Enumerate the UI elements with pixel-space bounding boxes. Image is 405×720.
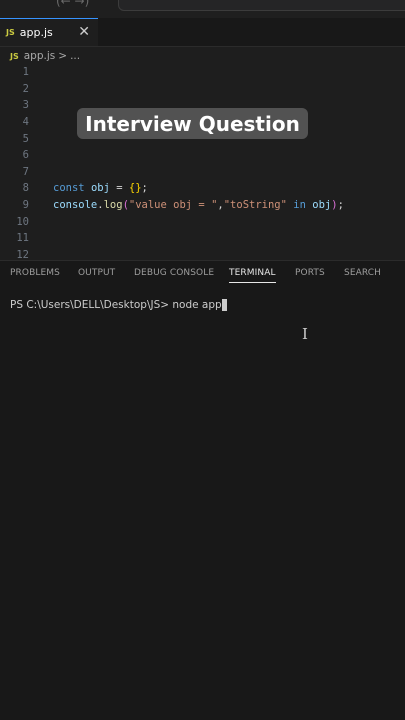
function-log: log [103, 199, 123, 212]
line-number: 1 [22, 66, 29, 79]
keyword-const: const [53, 182, 85, 195]
interview-question-caption: Interview Question [77, 108, 308, 139]
keyword-in: in [293, 199, 306, 212]
tab-debug-console[interactable]: DEBUG CONSOLE [134, 268, 214, 278]
navigation-arrows[interactable]: (← →) [56, 0, 89, 8]
code-line: 8 const obj = {}; [0, 180, 405, 197]
terminal-command: node app [172, 299, 222, 311]
semicolon: ; [141, 182, 148, 195]
code-text: console.log("value obj = ","toString" in… [53, 199, 344, 211]
code-line: 7 [0, 164, 405, 181]
panel-tabs: PROBLEMS OUTPUT DEBUG CONSOLE TERMINAL P… [0, 261, 405, 287]
line-number: 11 [16, 232, 29, 245]
terminal-prompt: PS C:\Users\DELL\Desktop\JS> [10, 299, 170, 311]
line-number: 5 [22, 132, 29, 145]
breadcrumb-file[interactable]: app.js [24, 50, 56, 62]
breadcrumb-more[interactable]: ... [70, 50, 80, 62]
javascript-file-icon: JS [6, 28, 15, 37]
code-line: 10 [0, 213, 405, 230]
string-literal: "value obj = " [128, 199, 218, 212]
line-number: 10 [16, 215, 29, 228]
breadcrumb: JS app.js > ... [10, 48, 80, 64]
line-number: 3 [22, 99, 29, 112]
title-bar: (← →) [0, 0, 405, 19]
code-line: 2 [0, 81, 405, 98]
code-editor[interactable]: 1 2 3 4 5 6 7 8 const obj = {}; 9 consol… [0, 64, 405, 261]
variable-obj: obj [312, 199, 332, 212]
code-line: 9 console.log("value obj = ","toString" … [0, 197, 405, 214]
operator-equals: = [116, 182, 123, 195]
code-line: 11 [0, 230, 405, 247]
i-beam-cursor-icon: I [302, 325, 308, 343]
line-number: 8 [22, 182, 29, 195]
string-literal: "toString" [223, 199, 287, 212]
terminal-prompt-line[interactable]: PS C:\Users\DELL\Desktop\JS> node app [10, 299, 227, 311]
close-icon[interactable]: ✕ [78, 24, 90, 40]
object-literal: {} [128, 182, 142, 195]
javascript-file-icon: JS [10, 51, 19, 61]
tab-search[interactable]: SEARCH [344, 268, 381, 278]
tab-ports[interactable]: PORTS [295, 268, 325, 278]
command-center-search[interactable] [118, 0, 405, 11]
variable-obj: obj [90, 182, 110, 195]
tab-output[interactable]: OUTPUT [78, 268, 115, 278]
editor-tab-bar: JS app.js ✕ [0, 18, 405, 47]
text-cursor [221, 299, 227, 311]
bottom-panel: PROBLEMS OUTPUT DEBUG CONSOLE TERMINAL P… [0, 261, 405, 720]
line-number: 4 [22, 116, 29, 129]
semicolon: ; [337, 199, 344, 212]
code-text: const obj = {}; [53, 182, 148, 194]
console-object: console [53, 199, 98, 212]
tab-problems[interactable]: PROBLEMS [10, 268, 60, 278]
tab-app-js[interactable]: JS app.js ✕ [0, 18, 98, 46]
code-line: 6 [0, 147, 405, 164]
line-number: 9 [22, 199, 29, 212]
tab-terminal[interactable]: TERMINAL [229, 268, 276, 283]
breadcrumb-separator: > [58, 50, 68, 62]
tab-label: app.js [19, 26, 53, 39]
line-number: 7 [22, 165, 29, 178]
line-number: 2 [22, 82, 29, 95]
code-line: 1 [0, 64, 405, 81]
line-number: 6 [22, 149, 29, 162]
